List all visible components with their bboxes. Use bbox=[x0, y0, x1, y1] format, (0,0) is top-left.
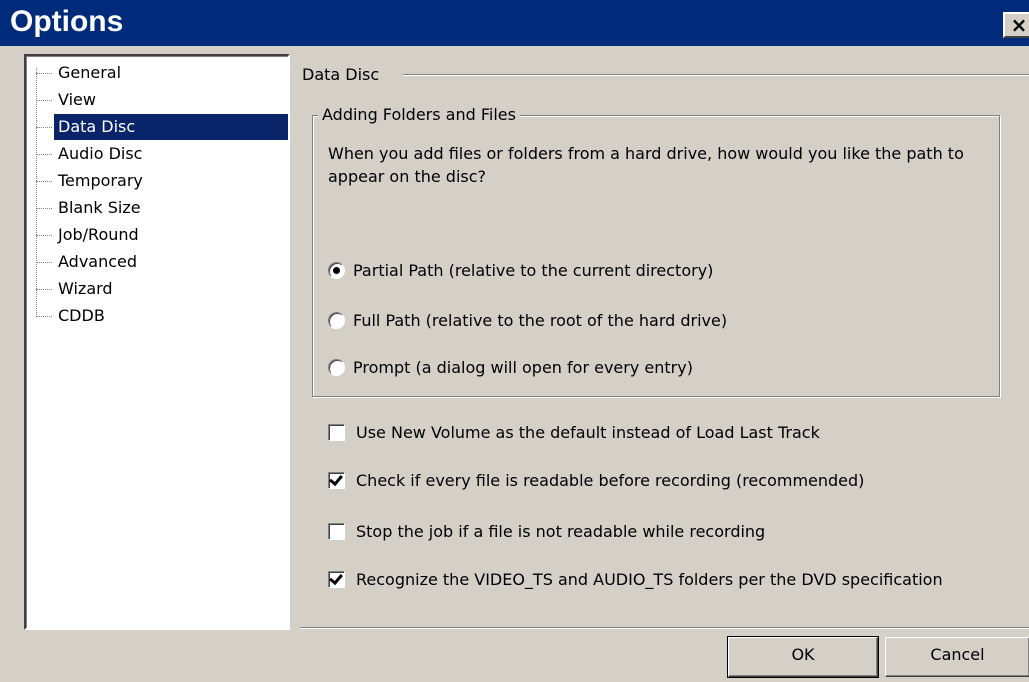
tree-branch-line bbox=[36, 181, 52, 182]
checkbox-label: Use New Volume as the default instead of… bbox=[356, 422, 820, 442]
tree-item-label: Audio Disc bbox=[58, 144, 143, 163]
radio-button-selected[interactable] bbox=[328, 261, 345, 279]
checkbox-recognize-video-ts[interactable]: Recognize the VIDEO_TS and AUDIO_TS fold… bbox=[328, 566, 943, 592]
checkbox-stop-job[interactable]: Stop the job if a file is not readable w… bbox=[328, 518, 765, 544]
groupbox-description: When you add files or folders from a har… bbox=[328, 144, 964, 186]
checkbox[interactable] bbox=[328, 423, 345, 441]
radio-button[interactable] bbox=[328, 358, 345, 376]
checkbox-checked[interactable] bbox=[328, 570, 345, 588]
radio-label: Full Path (relative to the root of the h… bbox=[353, 310, 728, 330]
tree-branch-line bbox=[36, 262, 52, 263]
section-title: Data Disc bbox=[302, 65, 380, 84]
tree-item-label: View bbox=[58, 90, 96, 109]
ok-button[interactable]: OK bbox=[727, 636, 879, 678]
radio-label: Prompt (a dialog will open for every ent… bbox=[353, 357, 693, 377]
tree-branch-line bbox=[36, 73, 52, 74]
checkbox-check-readable[interactable]: Check if every file is readable before r… bbox=[328, 467, 864, 493]
bottom-divider bbox=[300, 627, 1029, 629]
radio-full-path[interactable]: Full Path (relative to the root of the h… bbox=[328, 307, 727, 333]
title-bar: Options bbox=[0, 0, 1029, 46]
tree-branch-line bbox=[36, 100, 52, 101]
checkbox[interactable] bbox=[328, 522, 345, 540]
options-category-tree[interactable]: General View Data Disc Audio Disc Tempor… bbox=[24, 54, 290, 630]
checkbox-use-new-volume[interactable]: Use New Volume as the default instead of… bbox=[328, 419, 820, 445]
tree-connector-line bbox=[36, 68, 37, 315]
tree-item-label: Wizard bbox=[58, 279, 113, 298]
tree-branch-line bbox=[36, 154, 52, 155]
checkbox-checked[interactable] bbox=[328, 471, 345, 489]
radio-label: Partial Path (relative to the current di… bbox=[353, 260, 714, 280]
section-divider bbox=[403, 74, 1029, 76]
tree-item-label: Job/Round bbox=[58, 225, 139, 244]
tree-item-label: Advanced bbox=[58, 252, 138, 271]
radio-prompt[interactable]: Prompt (a dialog will open for every ent… bbox=[328, 354, 693, 380]
tree-item-label: Temporary bbox=[58, 171, 143, 190]
tree-branch-line bbox=[36, 208, 52, 209]
tree-item-label: Blank Size bbox=[58, 198, 141, 217]
tree-branch-line bbox=[36, 235, 52, 236]
groupbox-title: Adding Folders and Files bbox=[318, 104, 520, 126]
window-title: Options bbox=[10, 5, 124, 38]
tree-branch-line bbox=[36, 127, 52, 128]
tree-branch-line bbox=[36, 289, 52, 290]
tree-item-label: CDDB bbox=[58, 306, 105, 325]
tree-item-label: General bbox=[58, 63, 122, 82]
checkbox-label: Stop the job if a file is not readable w… bbox=[356, 521, 766, 541]
radio-partial-path[interactable]: Partial Path (relative to the current di… bbox=[328, 257, 713, 283]
radio-button[interactable] bbox=[328, 311, 345, 329]
tree-item-label: Data Disc bbox=[54, 114, 288, 140]
close-button[interactable]: × bbox=[1003, 12, 1029, 38]
close-icon: × bbox=[1010, 13, 1028, 37]
cancel-button[interactable]: Cancel bbox=[885, 637, 1029, 677]
checkbox-label: Check if every file is readable before r… bbox=[356, 470, 865, 490]
checkbox-label: Recognize the VIDEO_TS and AUDIO_TS fold… bbox=[356, 569, 943, 589]
tree-branch-line bbox=[36, 316, 52, 317]
